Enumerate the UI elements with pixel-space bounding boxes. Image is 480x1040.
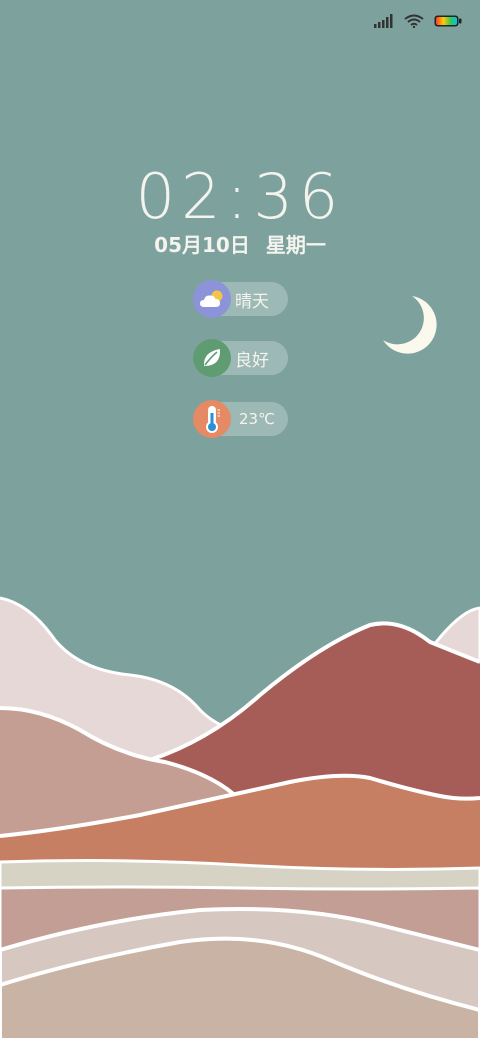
lockscreen-date-row: 05月10日 星期一 — [0, 229, 480, 258]
wifi-icon — [404, 14, 424, 28]
leaf-icon — [193, 339, 231, 377]
lockscreen-date: 05月10日 — [154, 233, 250, 257]
lockscreen-weekday: 星期一 — [265, 233, 326, 257]
lockscreen-clock: 02:36 — [135, 160, 345, 233]
temperature-label: 23℃ — [239, 410, 275, 428]
weather-label: 晴天 — [235, 291, 269, 312]
weather-widget[interactable]: 晴天 — [193, 280, 288, 318]
signal-icon — [374, 14, 394, 28]
partly-cloudy-icon — [193, 280, 231, 318]
air-quality-label: 良好 — [235, 350, 269, 371]
air-quality-widget[interactable]: 良好 — [193, 339, 288, 377]
temperature-widget[interactable]: 23℃ — [193, 400, 288, 438]
battery-icon — [434, 15, 462, 27]
thermometer-icon — [193, 400, 231, 438]
status-bar — [374, 10, 462, 32]
crescent-moon-icon — [383, 296, 437, 354]
landscape-wallpaper — [0, 596, 480, 1040]
